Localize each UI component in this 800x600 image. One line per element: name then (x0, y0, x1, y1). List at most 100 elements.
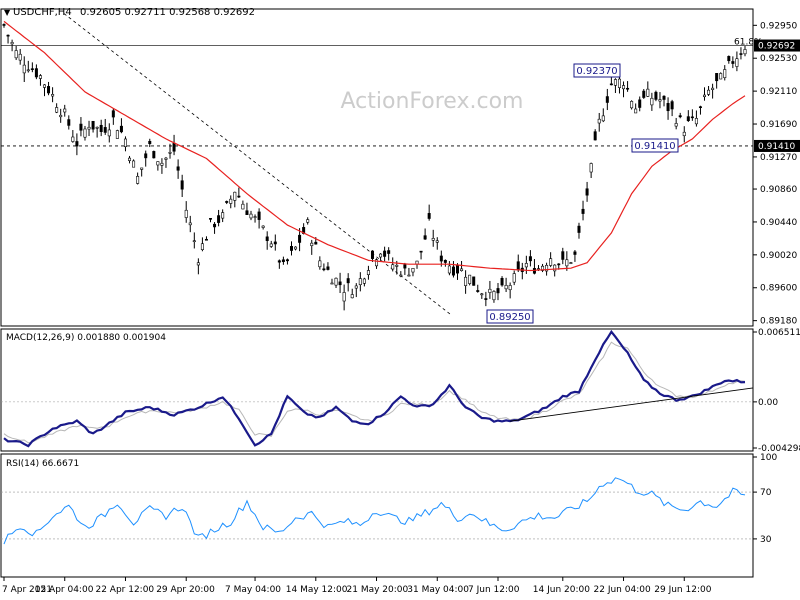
price-annotation: 0.91410 (631, 138, 679, 153)
candle-body (221, 212, 225, 219)
candle-body (399, 274, 403, 277)
y-tick-label: 0.92110 (760, 87, 797, 97)
rsi-y-tick-label: 70 (760, 488, 772, 498)
candle-body (403, 264, 407, 269)
candle-body (630, 101, 634, 109)
candle-body (196, 262, 200, 266)
forex-chart: ActionForex.com ▼ USDCHF,H4 0.92605 0.92… (0, 0, 800, 600)
candle-body (322, 268, 326, 271)
candle-body (338, 281, 342, 286)
candle-body (678, 115, 682, 118)
y-tick-label: 0.89180 (760, 317, 797, 327)
candle-body (698, 106, 702, 108)
candle-body (682, 131, 686, 137)
candle-body (512, 273, 516, 283)
candle-body (164, 157, 168, 160)
candle-body (419, 250, 423, 253)
candle-body (516, 261, 520, 271)
candle-body (703, 94, 707, 98)
candle-body (209, 218, 213, 220)
candle-body (472, 276, 476, 286)
candle-body (480, 293, 484, 296)
candle-body (119, 125, 123, 133)
candle-body (464, 276, 468, 286)
candle-body (75, 141, 79, 147)
candle-body (310, 242, 314, 247)
candle-body (123, 138, 127, 148)
y-tick-label: 0.90440 (760, 218, 797, 228)
candle-body (107, 129, 111, 137)
candle-body (79, 123, 83, 131)
candle-body (670, 101, 674, 110)
candle-body (10, 42, 14, 45)
candle-body (257, 211, 261, 220)
candle-body (395, 264, 399, 267)
candle-body (180, 180, 184, 190)
candle-body (662, 95, 666, 100)
candle-body (456, 265, 460, 274)
candle-body (233, 191, 237, 201)
y-tick-label: 0.92530 (760, 54, 797, 64)
level-price-label: 0.91410 (758, 142, 795, 152)
candle-body (617, 78, 621, 88)
candle-body (318, 260, 322, 268)
candle-body (144, 153, 148, 159)
candle-body (277, 260, 281, 263)
candle-body (188, 222, 192, 226)
candle-body (6, 34, 10, 37)
candle-body (148, 140, 152, 144)
candle-body (504, 284, 508, 290)
candle-body (719, 73, 723, 80)
candle-body (447, 265, 451, 274)
candle-body (650, 97, 654, 106)
candle-body (289, 246, 293, 251)
x-tick-label: 7 Jun 12:00 (468, 585, 520, 595)
candle-body (443, 259, 447, 263)
candle-body (298, 234, 302, 243)
candle-body (500, 277, 504, 286)
candle-body (707, 89, 711, 95)
x-tick-label: 15 Apr 04:00 (35, 585, 94, 595)
y-tick-label: 0.89600 (760, 284, 797, 294)
candle-body (273, 241, 277, 245)
candle-body (306, 219, 310, 223)
y-tick-label: 0.91270 (760, 153, 797, 163)
candle-body (128, 157, 132, 161)
candle-body (51, 94, 55, 97)
candle-body (549, 258, 553, 266)
candle-body (711, 87, 715, 90)
candle-body (743, 49, 747, 55)
candle-body (642, 90, 646, 98)
candle-body (488, 288, 492, 293)
candle-body (346, 278, 350, 284)
candle-body (496, 288, 500, 294)
candle-body (646, 88, 650, 97)
candle-body (22, 64, 26, 74)
dropdown-icon[interactable]: ▼ (4, 8, 11, 17)
candle-body (241, 203, 245, 210)
candle-body (585, 188, 589, 196)
candle-body (95, 126, 99, 129)
candle-body (245, 210, 249, 215)
candle-body (285, 259, 289, 262)
price-annotation: 0.92370 (573, 63, 621, 78)
candle-body (439, 255, 443, 262)
candle-body (176, 166, 180, 171)
candle-body (140, 167, 144, 170)
candle-body (727, 56, 731, 62)
current-price-label: 0.92692 (758, 42, 795, 52)
candle-body (115, 130, 119, 139)
candle-body (14, 50, 18, 59)
candle-body (358, 278, 362, 286)
candle-body (67, 119, 71, 126)
rsi-y-tick-label: 100 (760, 453, 777, 463)
candle-body (569, 262, 573, 264)
candle-body (427, 213, 431, 219)
candle-body (200, 243, 204, 250)
macd-y-tick-label: 0.006511 (758, 328, 800, 338)
candle-body (674, 123, 678, 127)
rsi-title: RSI(14) 66.6671 (6, 459, 79, 469)
x-tick-label: 7 May 04:00 (225, 585, 281, 595)
candle-body (634, 108, 638, 114)
annotation-label: 0.92370 (576, 66, 617, 77)
